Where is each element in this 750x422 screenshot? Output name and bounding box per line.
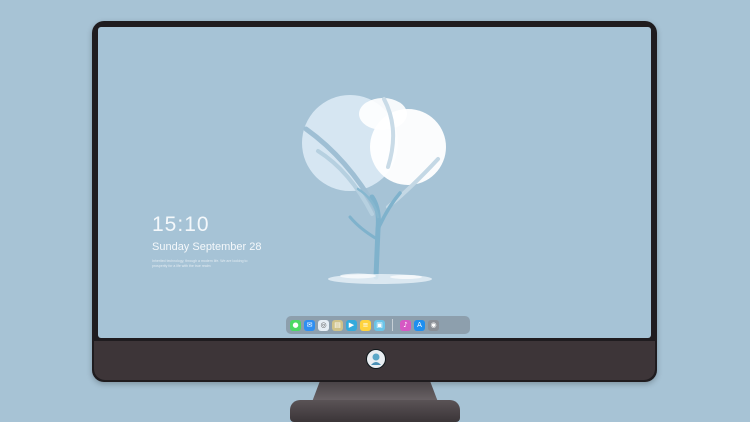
mail-icon[interactable]: ✉ <box>304 319 315 331</box>
dock-separator <box>392 319 393 331</box>
tree-wallpaper-art <box>302 95 446 284</box>
tree-branch <box>348 215 379 241</box>
preview-icon[interactable]: ▤ <box>332 319 343 331</box>
monitor-stand-base <box>290 400 460 422</box>
dock: ● ✉ ◎ ▤ ▶ ≡ ▣ ♪ A ◉ <box>286 316 470 334</box>
brand-logo-icon <box>366 349 386 369</box>
camera-icon[interactable]: ◉ <box>428 319 439 331</box>
photos-icon[interactable]: ▣ <box>374 319 385 331</box>
lock-blurb-text: Inherited technology, through a modern l… <box>152 259 248 268</box>
monitor-stand-neck <box>312 382 438 402</box>
snow-ground-speckle <box>390 275 422 279</box>
lock-clock: 15:10 <box>152 213 210 236</box>
snow-ground-speckle <box>340 273 376 279</box>
monitor-chin <box>94 341 655 380</box>
desktop-screen: 15:10 Sunday September 28 Inherited tech… <box>98 27 651 338</box>
monitor: 15:10 Sunday September 28 Inherited tech… <box>92 21 657 382</box>
tree-branch <box>376 191 402 231</box>
itunes-icon[interactable]: ♪ <box>400 319 411 331</box>
lock-date: Sunday September 28 <box>152 241 262 253</box>
tree-canopy-top <box>359 98 407 130</box>
messages-icon[interactable]: ● <box>290 319 301 331</box>
notes-icon[interactable]: ≡ <box>360 319 371 331</box>
movie-icon[interactable]: ▶ <box>346 319 357 331</box>
appstore-icon[interactable]: A <box>414 319 425 331</box>
safari-icon[interactable]: ◎ <box>318 319 329 331</box>
